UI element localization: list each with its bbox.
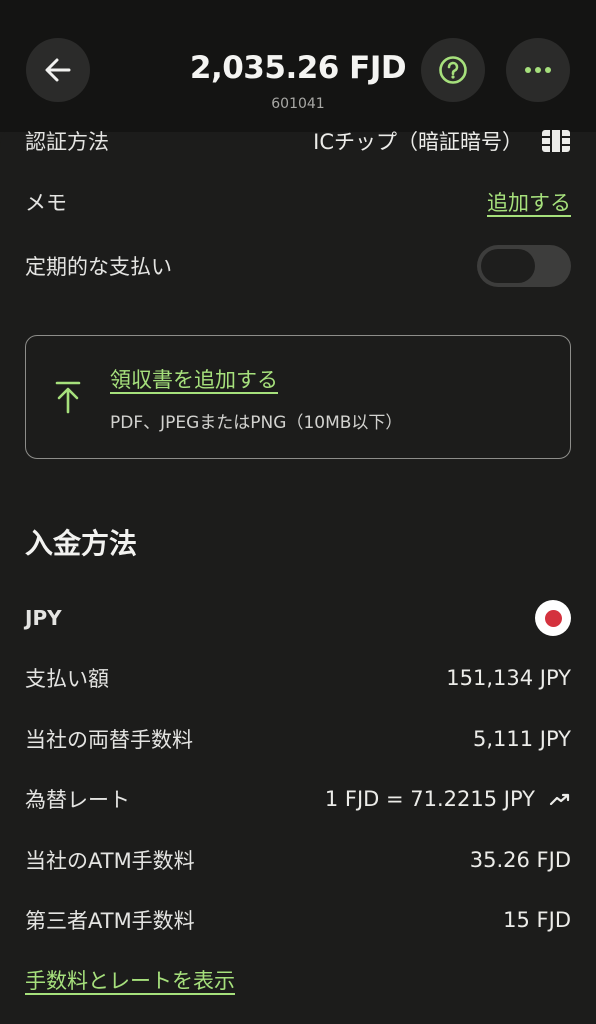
funding-method-heading: 入金方法 (25, 527, 138, 560)
arrow-left-icon (45, 58, 71, 82)
header-bar: 2,035.26 FJD 601041 (0, 0, 596, 132)
exchange-rate-value: 1 FJD = 71.2215 JPY (324, 787, 535, 811)
help-button[interactable] (421, 38, 485, 102)
fee-row-value: 151,134 JPY (446, 666, 571, 690)
more-horizontal-icon (525, 67, 551, 73)
fee-row-value: 15 FJD (503, 908, 571, 932)
japan-flag-icon (535, 600, 571, 636)
fee-row: 第三者ATM手数料 15 FJD (25, 900, 571, 940)
fee-row-label: 当社のATM手数料 (25, 849, 195, 873)
upload-icon (55, 381, 81, 414)
toggle-knob (481, 249, 535, 283)
fee-row-label: 第三者ATM手数料 (25, 909, 195, 933)
auth-method-value: ICチップ（暗証暗号） (313, 130, 523, 154)
add-receipt-panel[interactable]: 領収書を追加する PDF、JPEGまたはPNG（10MB以下） (25, 335, 571, 459)
auth-method-row: 認証方法 ICチップ（暗証暗号） (25, 121, 571, 161)
show-fees-and-rates-link[interactable]: 手数料とレートを表示 (25, 965, 235, 995)
transaction-amount: 2,035.26 FJD (189, 50, 407, 86)
add-memo-link[interactable]: 追加する (487, 187, 571, 217)
currency-row: JPY (25, 598, 571, 638)
back-button[interactable] (26, 38, 90, 102)
receipt-format-hint: PDF、JPEGまたはPNG（10MB以下） (110, 413, 403, 433)
show-fees-row: 手数料とレートを表示 (25, 960, 571, 1000)
fee-row-value: 35.26 FJD (469, 848, 571, 872)
fee-row-value: 5,111 JPY (472, 727, 571, 751)
exchange-rate-row: 為替レート 1 FJD = 71.2215 JPY (25, 779, 571, 819)
chip-card-icon (542, 130, 570, 152)
fee-row: 当社の両替手数料 5,111 JPY (25, 719, 571, 759)
flag-red-disc (544, 609, 562, 627)
transaction-detail-screen: 2,035.26 FJD 601041 認証方法 ICチップ（暗証暗号） メモ … (0, 0, 596, 1024)
fee-row-label: 為替レート (25, 788, 130, 812)
memo-label: メモ (25, 191, 67, 215)
recurring-payment-row: 定期的な支払い (25, 245, 571, 287)
transaction-reference: 601041 (271, 96, 325, 112)
add-receipt-link[interactable]: 領収書を追加する (110, 364, 278, 394)
fee-row-label: 支払い額 (25, 667, 109, 691)
question-circle-icon (439, 56, 467, 84)
currency-label: JPY (25, 606, 62, 630)
fee-row-label: 当社の両替手数料 (25, 728, 193, 752)
trending-up-icon[interactable] (549, 792, 571, 806)
recurring-payment-toggle[interactable] (477, 245, 571, 287)
more-options-button[interactable] (506, 38, 570, 102)
fee-row: 支払い額 151,134 JPY (25, 658, 571, 698)
recurring-payment-label: 定期的な支払い (25, 255, 172, 279)
memo-row: メモ 追加する (25, 182, 571, 222)
fee-row: 当社のATM手数料 35.26 FJD (25, 840, 571, 880)
auth-method-label: 認証方法 (25, 130, 109, 154)
